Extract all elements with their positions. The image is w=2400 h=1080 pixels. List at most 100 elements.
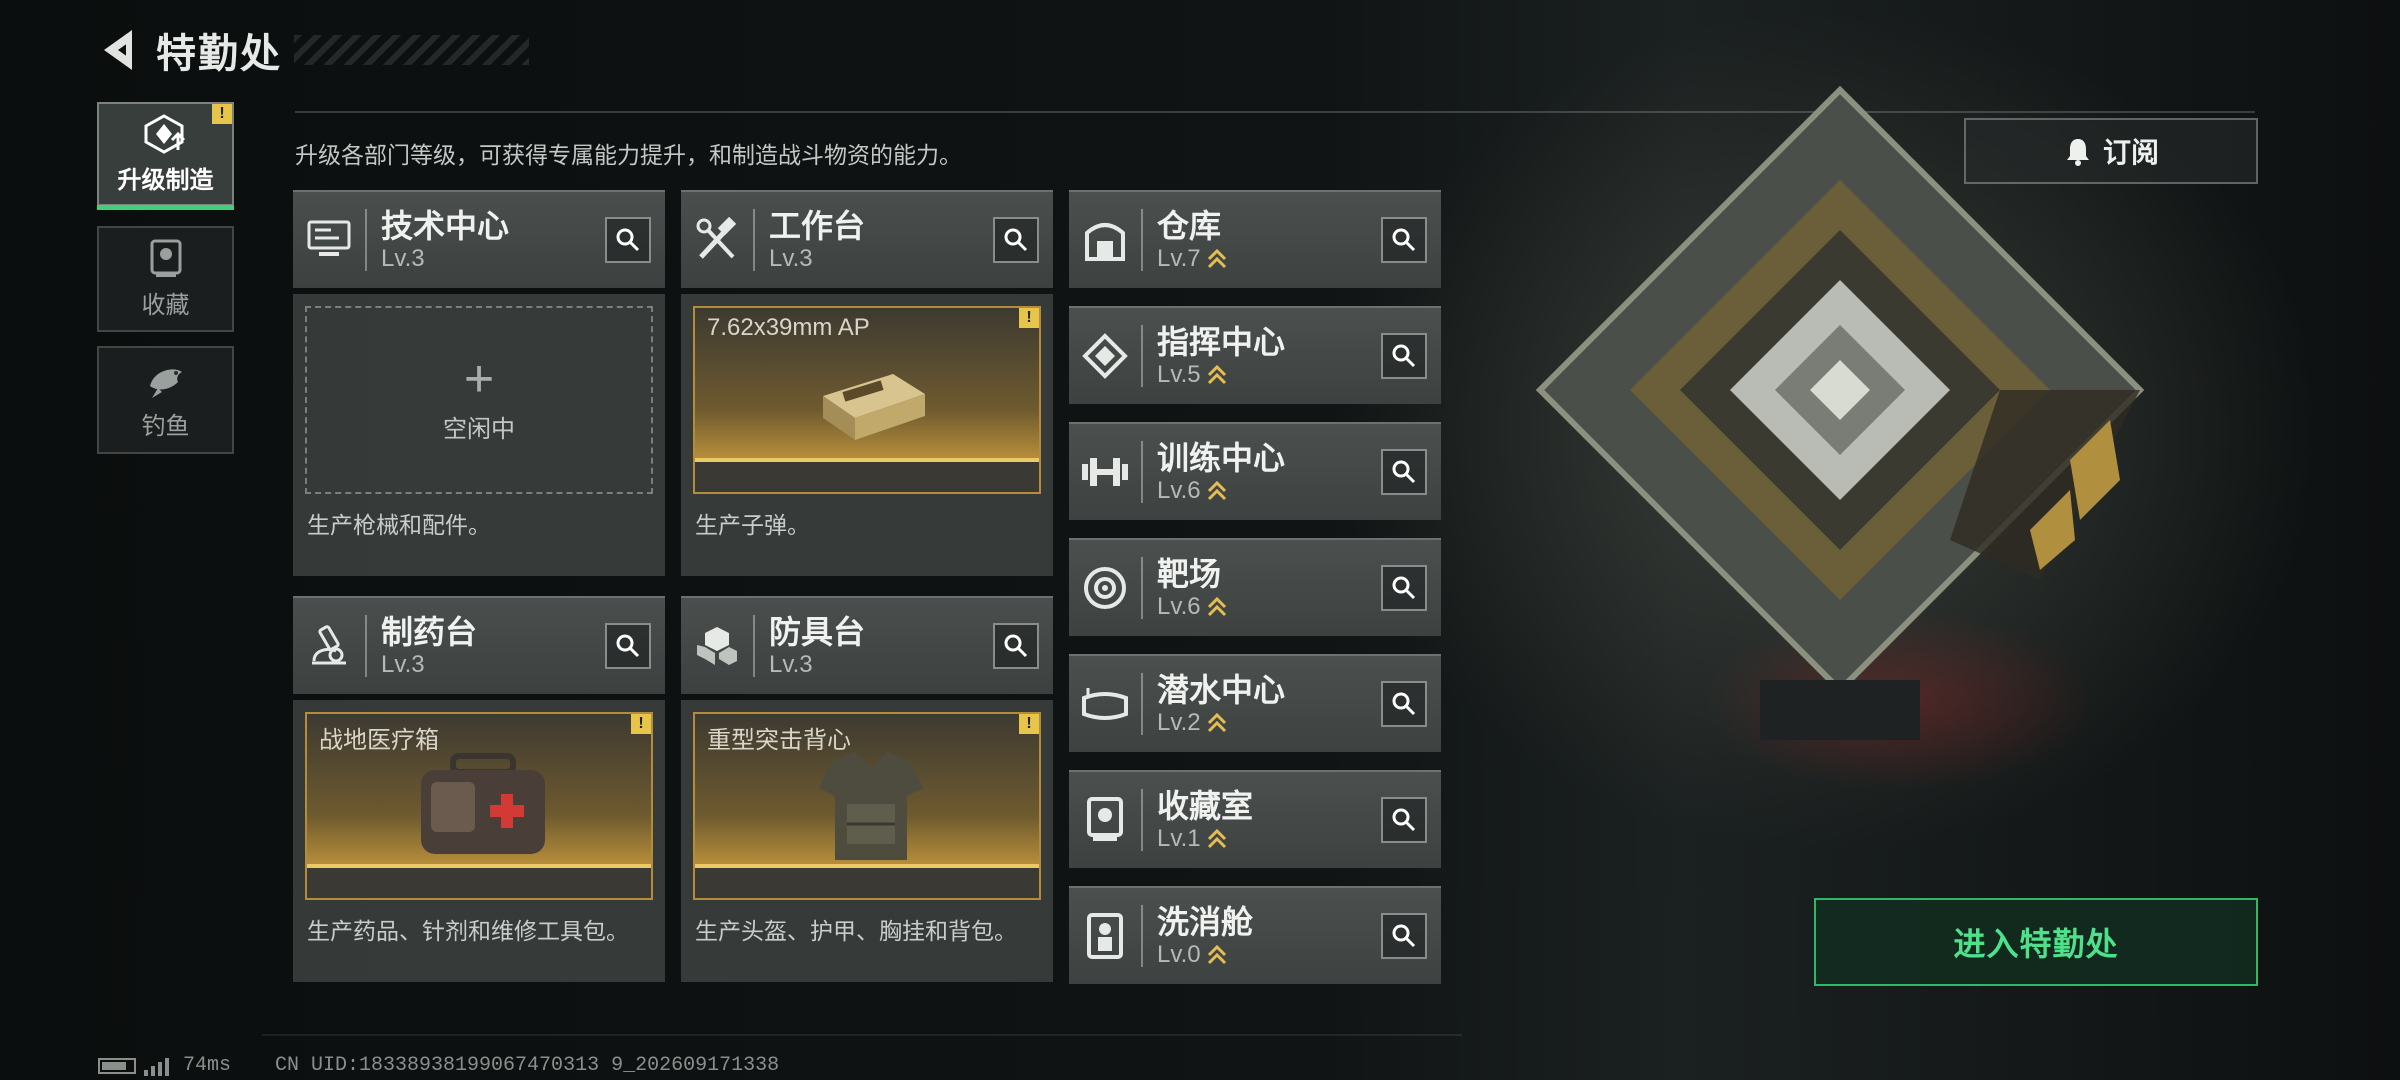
facility-level: Lv.0: [1157, 941, 1201, 968]
facility-row-diving-center[interactable]: 潜水中心 Lv.2: [1069, 654, 1441, 752]
facility-level: Lv.5: [1157, 361, 1201, 388]
page-title: 特勤处: [156, 32, 282, 76]
inspect-button[interactable]: [1381, 217, 1427, 263]
separator: [1141, 557, 1143, 619]
medkit-image: [421, 753, 545, 854]
ammo-box-image: [823, 374, 925, 440]
card-body: 重型突击背心 ! 生产头盔、护甲、胸挂和背包。: [681, 700, 1053, 982]
upgrade-chevron-icon: [1207, 712, 1226, 733]
facility-row-collection-room[interactable]: 收藏室 Lv.1: [1069, 770, 1441, 868]
card-header[interactable]: 防具台 Lv.3: [681, 596, 1053, 694]
facility-level: Lv.3: [381, 651, 425, 678]
inspect-button[interactable]: [993, 217, 1039, 263]
sidebar-item-collection[interactable]: 收藏: [97, 226, 234, 332]
facility-level: Lv.6: [1157, 593, 1201, 620]
crafting-slot[interactable]: 战地医疗箱 !: [305, 712, 653, 900]
inspect-button[interactable]: [1381, 333, 1427, 379]
search-icon: [1392, 924, 1416, 948]
card-body: + 空闲中 生产枪械和配件。: [293, 294, 665, 576]
bell-icon: [2066, 139, 2089, 166]
card-body: 7.62x39mm AP ! 生产子弹。: [681, 294, 1053, 576]
facility-level: Lv.6: [1157, 477, 1201, 504]
search-icon: [1392, 344, 1416, 368]
battery-icon: [98, 1057, 136, 1074]
idle-slot[interactable]: + 空闲中: [305, 306, 653, 494]
card-header[interactable]: 技术中心 Lv.3: [293, 190, 665, 288]
facility-name: 洗消舱: [1157, 904, 1254, 940]
upgrade-chevron-icon: [1207, 364, 1226, 385]
diving-mask-icon: [1082, 688, 1128, 720]
facility-row-command-center[interactable]: 指挥中心 Lv.5: [1069, 306, 1441, 404]
facility-row-shooting-range[interactable]: 靶场 Lv.6: [1069, 538, 1441, 636]
inspect-button[interactable]: [605, 217, 651, 263]
status-bar: 74ms CN UID:18338938199067470313 9_20260…: [98, 1054, 779, 1077]
fish-icon: [149, 368, 182, 398]
inspect-button[interactable]: [1381, 913, 1427, 959]
inspect-button[interactable]: [1381, 797, 1427, 843]
inspect-button[interactable]: [1381, 565, 1427, 611]
card-description: 生产头盔、护甲、胸挂和背包。: [695, 918, 1017, 944]
sidebar-item-label: 升级制造: [117, 166, 214, 194]
page-description: 升级各部门等级，可获得专属能力提升，和制造战斗物资的能力。: [295, 142, 962, 168]
armor-vest-image: [819, 752, 923, 860]
search-icon: [1004, 634, 1028, 658]
facility-level: Lv.3: [769, 245, 813, 272]
slot-footer: [695, 868, 1039, 898]
header: 特勤处: [96, 20, 529, 80]
separator: [753, 615, 755, 677]
search-icon: [616, 634, 640, 658]
search-icon: [1392, 808, 1416, 832]
facility-level: Lv.3: [769, 651, 813, 678]
slot-status: 空闲中: [443, 415, 515, 443]
upgrade-chevron-icon: [1207, 828, 1226, 849]
inspect-button[interactable]: [1381, 449, 1427, 495]
separator: [1141, 789, 1143, 851]
search-icon: [1392, 692, 1416, 716]
alert-badge: !: [631, 714, 651, 734]
facility-name: 指挥中心: [1157, 324, 1286, 360]
sidebar-item-upgrade[interactable]: ! 升级制造: [97, 102, 234, 210]
sidebar-item-fishing[interactable]: 钓鱼: [97, 346, 234, 454]
card-description: 生产子弹。: [695, 512, 810, 538]
subscribe-button[interactable]: 订阅: [1964, 118, 2258, 184]
inspect-button[interactable]: [1381, 681, 1427, 727]
upgrade-crafting-icon: [144, 113, 185, 154]
ping-value: 74ms: [183, 1054, 232, 1077]
facility-row-training-center[interactable]: 训练中心 Lv.6: [1069, 422, 1441, 520]
subscribe-label: 订阅: [2102, 137, 2159, 168]
armor-bench-icon: [697, 627, 737, 665]
facility-row-decontamination[interactable]: 洗消舱 Lv.0: [1069, 886, 1441, 984]
facility-name: 潜水中心: [1157, 672, 1286, 708]
facility-row-warehouse[interactable]: 仓库 Lv.7: [1069, 190, 1441, 288]
title-decoration: [294, 35, 529, 65]
separator: [1141, 905, 1143, 967]
facility-name: 技术中心: [381, 208, 510, 244]
crafting-slot[interactable]: 重型突击背心 !: [693, 712, 1041, 900]
collection-room-icon: [1087, 797, 1123, 841]
card-header[interactable]: 工作台 Lv.3: [681, 190, 1053, 288]
card-description: 生产药品、针剂和维修工具包。: [307, 918, 629, 944]
alert-badge: !: [1019, 714, 1039, 734]
inspect-button[interactable]: [605, 623, 651, 669]
item-name: 7.62x39mm AP: [707, 314, 870, 341]
sidebar-item-label: 钓鱼: [141, 412, 190, 440]
search-icon: [1392, 576, 1416, 600]
dumbbell-icon: [1082, 458, 1128, 486]
upgrade-chevron-icon: [1207, 480, 1226, 501]
target-icon: [1084, 567, 1126, 609]
separator: [365, 615, 367, 677]
enter-special-ops-button[interactable]: 进入特勤处: [1814, 898, 2258, 986]
separator: [365, 209, 367, 271]
back-arrow-icon: [104, 30, 132, 70]
card-header[interactable]: 制药台 Lv.3: [293, 596, 665, 694]
back-button[interactable]: [96, 20, 140, 80]
separator: [1141, 441, 1143, 503]
upgrade-chevron-icon: [1207, 944, 1226, 965]
inspect-button[interactable]: [993, 623, 1039, 669]
card-description: 生产枪械和配件。: [307, 512, 491, 538]
production-card-tech-center: 技术中心 Lv.3 + 空闲中 生产枪械和配件。: [293, 190, 665, 576]
crafting-slot[interactable]: 7.62x39mm AP !: [693, 306, 1041, 494]
facility-name: 制药台: [381, 614, 478, 650]
divider: [262, 1034, 1462, 1036]
facility-level: Lv.3: [381, 245, 425, 272]
